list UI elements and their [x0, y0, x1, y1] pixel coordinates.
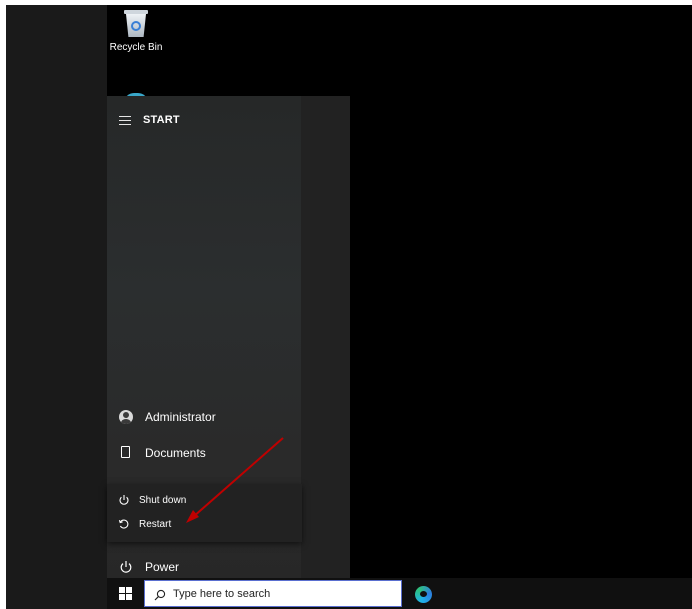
user-avatar-icon [119, 410, 133, 424]
restart-button[interactable]: Restart [107, 512, 302, 536]
taskbar-search-box[interactable] [144, 580, 402, 607]
start-menu-item-label: Power [145, 560, 180, 574]
start-menu-item-label: Documents [145, 446, 206, 460]
restart-label: Restart [139, 518, 172, 530]
taskbar-edge-button[interactable] [411, 582, 435, 606]
desktop-icon-label: Recycle Bin [109, 42, 163, 53]
start-menu-item-label: Administrator [145, 410, 216, 424]
windows-logo-icon [118, 587, 132, 600]
recycle-bin-icon [123, 9, 149, 39]
hamburger-menu-icon[interactable] [119, 115, 131, 125]
taskbar-left-panel [6, 578, 107, 609]
power-icon [119, 560, 133, 574]
edge-browser-icon [414, 585, 432, 603]
desktop-left-panel [6, 5, 107, 578]
start-menu-header[interactable]: START [119, 110, 180, 130]
restart-icon [118, 518, 130, 530]
shut-down-label: Shut down [139, 494, 187, 506]
start-menu-item-documents[interactable]: Documents [107, 435, 301, 471]
start-menu-item-administrator[interactable]: Administrator [107, 399, 301, 435]
desktop-screen: Recycle Bin START Administrator Document… [6, 5, 692, 609]
start-menu-tiles-pane [301, 96, 350, 578]
search-icon [154, 588, 166, 600]
taskbar [6, 578, 692, 609]
power-icon [118, 494, 130, 506]
desktop-icon-recycle-bin[interactable]: Recycle Bin [106, 9, 166, 53]
search-input[interactable] [173, 587, 393, 600]
start-menu-title: START [143, 114, 180, 126]
shut-down-button[interactable]: Shut down [107, 488, 302, 512]
document-icon [119, 446, 133, 460]
power-options-flyout: Shut down Restart [107, 484, 302, 542]
start-menu: START Administrator Documents Shut down [107, 96, 350, 578]
start-button[interactable] [107, 578, 143, 609]
